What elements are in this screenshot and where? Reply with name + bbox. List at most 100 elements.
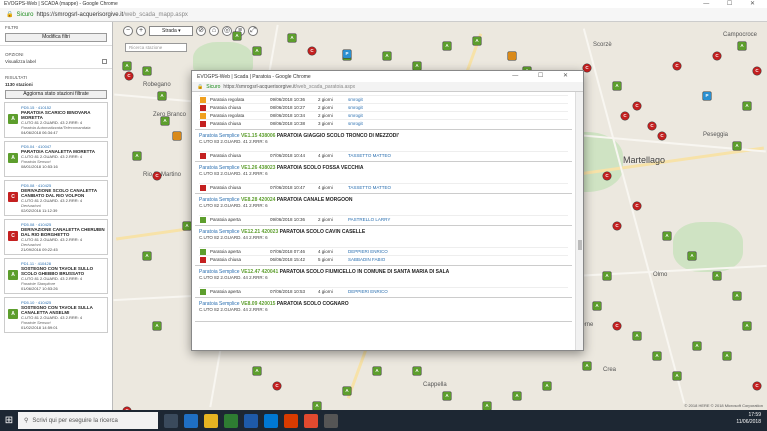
station-open-marker[interactable]: A bbox=[143, 252, 151, 260]
station-closed-marker[interactable]: C bbox=[648, 122, 656, 130]
station-open-marker[interactable]: A bbox=[443, 392, 451, 400]
event-operator[interactable]: smrogit bbox=[348, 105, 363, 110]
station-open-marker[interactable]: A bbox=[233, 32, 241, 40]
paratoia-popup-window[interactable]: EVOGPS-Web | Scada | Paratoia - Google C… bbox=[191, 70, 584, 351]
station-open-marker[interactable]: A bbox=[743, 322, 751, 330]
event-operator[interactable]: DEPPIERI ENRICO bbox=[348, 289, 388, 294]
station-open-marker[interactable]: A bbox=[723, 352, 731, 360]
station-closed-marker[interactable]: C bbox=[603, 172, 611, 180]
zoom-in-button[interactable]: + bbox=[136, 26, 146, 36]
popup-scrollbar[interactable] bbox=[575, 92, 583, 350]
task-view-icon[interactable] bbox=[164, 413, 178, 428]
station-closed-marker[interactable]: C bbox=[273, 382, 281, 390]
station-open-marker[interactable]: A bbox=[653, 352, 661, 360]
station-open-marker[interactable]: A bbox=[733, 292, 741, 300]
station-open-marker[interactable]: A bbox=[153, 322, 161, 330]
station-closed-marker[interactable]: C bbox=[633, 102, 641, 110]
file-explorer-icon[interactable] bbox=[204, 413, 218, 428]
draw-tool-icon[interactable]: ⊘ bbox=[196, 26, 206, 36]
station-open-marker[interactable]: A bbox=[733, 142, 741, 150]
show-labels-option[interactable]: Visualizza label bbox=[0, 58, 112, 65]
station-open-marker[interactable]: A bbox=[158, 92, 166, 100]
edge-icon[interactable] bbox=[184, 413, 198, 428]
station-closed-marker[interactable]: C bbox=[613, 222, 621, 230]
station-open-marker[interactable]: A bbox=[713, 272, 721, 280]
station-card[interactable]: A PD5.15 · 410152 PARATOIA SCARICO BINOVAR… bbox=[4, 102, 108, 138]
station-open-marker[interactable]: A bbox=[253, 367, 261, 375]
station-open-marker[interactable]: A bbox=[133, 152, 141, 160]
event-operator[interactable]: DEPPIERI ENRICO bbox=[348, 249, 388, 254]
station-closed-marker[interactable]: C bbox=[125, 72, 133, 80]
station-open-marker[interactable]: A bbox=[413, 367, 421, 375]
station-open-marker[interactable]: A bbox=[583, 362, 591, 370]
event-operator[interactable]: smrogit bbox=[348, 121, 363, 126]
station-open-marker[interactable]: A bbox=[483, 402, 491, 410]
station-open-marker[interactable]: A bbox=[593, 302, 601, 310]
refresh-stations-button[interactable]: Aggiorna stato stazioni filtrate bbox=[5, 90, 107, 99]
excel-icon[interactable] bbox=[224, 413, 238, 428]
station-closed-marker[interactable]: C bbox=[633, 202, 641, 210]
station-open-marker[interactable]: A bbox=[693, 342, 701, 350]
url-text[interactable]: https://smrogsrl-acquerisorgive.it/web_s… bbox=[37, 12, 188, 18]
station-open-marker[interactable]: A bbox=[473, 37, 481, 45]
station-open-marker[interactable]: A bbox=[743, 102, 751, 110]
station-open-marker[interactable]: A bbox=[143, 67, 151, 75]
parking-marker[interactable]: P bbox=[703, 92, 711, 100]
station-open-marker[interactable]: A bbox=[383, 52, 391, 60]
taskbar-search-input[interactable]: ⚲ Scrivi qui per eseguire la ricerca bbox=[18, 412, 158, 429]
station-card[interactable]: A PD5.04 · 410047 PARATOIA CANALETTA MORET… bbox=[4, 141, 108, 177]
station-open-marker[interactable]: A bbox=[123, 62, 131, 70]
address-bar[interactable]: 🔒 Sicuro https://smrogsrl-acquerisorgive… bbox=[0, 8, 767, 22]
powerpoint-icon[interactable] bbox=[284, 413, 298, 428]
station-open-marker[interactable]: A bbox=[313, 402, 321, 410]
station-open-marker[interactable]: A bbox=[543, 382, 551, 390]
station-closed-marker[interactable]: C bbox=[673, 62, 681, 70]
event-operator[interactable]: TASSETTO MATTEO bbox=[348, 153, 391, 158]
popup-address-bar[interactable]: 🔒 Sicuro https://smrogsrl-acquerisorgive… bbox=[192, 82, 583, 92]
station-open-marker[interactable]: A bbox=[343, 387, 351, 395]
station-open-marker[interactable]: A bbox=[633, 332, 641, 340]
parking-marker[interactable]: P bbox=[343, 50, 351, 58]
event-operator[interactable]: PASTRELLO LARRY bbox=[348, 217, 390, 222]
map-type-select[interactable]: Strada ▾ bbox=[149, 26, 193, 36]
station-open-marker[interactable]: A bbox=[443, 42, 451, 50]
word-icon[interactable] bbox=[244, 413, 258, 428]
station-closed-marker[interactable]: C bbox=[753, 67, 761, 75]
system-clock[interactable]: 17:59 11/06/2018 bbox=[736, 412, 761, 426]
popup-url[interactable]: https://smrogsrl-acquerisorgive.it/web_s… bbox=[223, 84, 355, 90]
station-closed-marker[interactable]: C bbox=[308, 47, 316, 55]
station-open-marker[interactable]: A bbox=[513, 392, 521, 400]
station-open-marker[interactable]: A bbox=[373, 367, 381, 375]
fullscreen-icon[interactable]: ⤢ bbox=[248, 26, 258, 36]
show-labels-checkbox[interactable] bbox=[102, 59, 107, 64]
zoom-out-button[interactable]: − bbox=[123, 26, 133, 36]
station-closed-marker[interactable]: C bbox=[583, 64, 591, 72]
station-open-marker[interactable]: A bbox=[738, 42, 746, 50]
chrome-icon[interactable] bbox=[304, 413, 318, 428]
scrollbar-thumb[interactable] bbox=[578, 240, 582, 250]
station-open-marker[interactable]: A bbox=[183, 222, 191, 230]
popup-window-controls[interactable]: — ☐ ✕ bbox=[512, 72, 577, 79]
station-closed-marker[interactable]: C bbox=[658, 132, 666, 140]
station-open-marker[interactable]: A bbox=[161, 117, 169, 125]
station-closed-marker[interactable]: C bbox=[613, 322, 621, 330]
station-closed-marker[interactable]: C bbox=[713, 52, 721, 60]
station-regulated-marker[interactable] bbox=[173, 132, 181, 140]
station-card[interactable]: C PD5.08 · 410425 DERIVAZIONE SCOLO CANALE… bbox=[4, 180, 108, 216]
event-operator[interactable]: TASSETTO MATTEO bbox=[348, 185, 391, 190]
start-button[interactable]: ⊞ bbox=[0, 410, 18, 431]
station-open-marker[interactable]: A bbox=[253, 47, 261, 55]
home-icon[interactable]: ⌂ bbox=[209, 26, 219, 36]
station-open-marker[interactable]: A bbox=[603, 272, 611, 280]
station-regulated-marker[interactable] bbox=[508, 52, 516, 60]
event-operator[interactable]: smrogit bbox=[348, 97, 363, 102]
station-open-marker[interactable]: A bbox=[288, 34, 296, 42]
station-search-input[interactable]: Ricerca stazione bbox=[125, 43, 187, 52]
station-closed-marker[interactable]: C bbox=[621, 112, 629, 120]
station-card[interactable]: A PD1.11 · 410428 SOSTEGNO CON TAVOLE SULL… bbox=[4, 258, 108, 294]
station-card[interactable]: A PD5.10 · 410425 SOSTEGNO CON TAVOLE SULL… bbox=[4, 297, 108, 333]
station-closed-marker[interactable]: C bbox=[753, 382, 761, 390]
station-open-marker[interactable]: A bbox=[688, 252, 696, 260]
station-open-marker[interactable]: A bbox=[673, 372, 681, 380]
outlook-icon[interactable] bbox=[264, 413, 278, 428]
